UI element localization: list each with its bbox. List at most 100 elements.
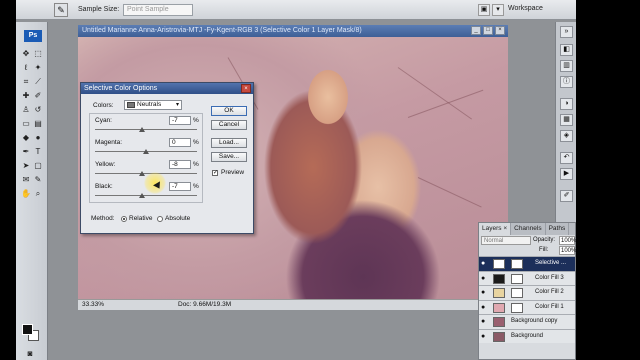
foreground-color-swatch[interactable] bbox=[22, 324, 33, 335]
ok-button[interactable]: OK bbox=[211, 106, 247, 116]
slider-label: Yellow: bbox=[95, 161, 116, 168]
eye-icon[interactable]: ● bbox=[481, 304, 485, 311]
slider-label: Cyan: bbox=[95, 117, 112, 124]
quick-mask-icon[interactable]: ◙ bbox=[24, 348, 36, 359]
styles-icon[interactable]: ◈ bbox=[560, 130, 573, 142]
lasso-tool-icon[interactable]: ℓ bbox=[20, 62, 32, 73]
eye-icon[interactable]: ● bbox=[481, 289, 485, 296]
layer-mask-thumbnail[interactable] bbox=[511, 273, 523, 284]
document-title-bar[interactable]: Untitled Marianne Anna-Aristrovia-MTJ -F… bbox=[78, 25, 508, 37]
tab-layers[interactable]: Layers × bbox=[479, 223, 512, 235]
histogram-icon[interactable]: ▥ bbox=[560, 60, 573, 72]
layer-row[interactable]: ● Selective ... bbox=[479, 256, 575, 271]
layer-name: Color Fill 2 bbox=[535, 289, 564, 295]
history-brush-icon[interactable]: ↺ bbox=[32, 104, 44, 115]
tab-paths[interactable]: Paths bbox=[546, 223, 570, 235]
save-button[interactable]: Save... bbox=[211, 152, 247, 162]
eraser-tool-icon[interactable]: ▭ bbox=[20, 118, 32, 129]
zoom-tool-icon[interactable]: ⌕ bbox=[32, 188, 44, 199]
move-tool-icon[interactable]: ✥ bbox=[20, 48, 32, 59]
close-icon[interactable]: × bbox=[241, 84, 251, 93]
path-select-tool-icon[interactable]: ➤ bbox=[20, 160, 32, 171]
fill-field[interactable]: 100% bbox=[559, 246, 576, 255]
sample-size-select[interactable]: Point Sample bbox=[123, 4, 193, 16]
layer-row[interactable]: ● Background copy bbox=[479, 314, 575, 329]
dialog-title-bar[interactable]: Selective Color Options × bbox=[81, 83, 253, 94]
layer-name: Color Fill 1 bbox=[535, 303, 564, 310]
marquee-tool-icon[interactable]: ⬚ bbox=[32, 48, 44, 59]
bridge-icon[interactable]: ▣ bbox=[478, 4, 490, 16]
layer-row[interactable]: ● Color Fill 2 bbox=[479, 285, 575, 300]
percent-sign: % bbox=[193, 117, 199, 124]
color-icon[interactable]: ◑ bbox=[560, 98, 573, 110]
zoom-level[interactable]: 33.33% bbox=[82, 301, 104, 308]
doc-size-info: Doc: 9.66M/19.3M bbox=[178, 301, 232, 308]
dock-collapse-icon[interactable]: » bbox=[560, 26, 573, 38]
absolute-radio[interactable] bbox=[157, 216, 163, 222]
options-bar: ✎ Sample Size: Point Sample ▣ ▾ Workspac… bbox=[16, 0, 576, 20]
close-icon[interactable]: × bbox=[495, 26, 505, 35]
colors-label: Colors: bbox=[93, 102, 114, 109]
slider-track[interactable] bbox=[95, 129, 197, 130]
layer-row[interactable]: ● Color Fill 1 bbox=[479, 299, 575, 314]
actions-icon[interactable]: ▶ bbox=[560, 168, 573, 180]
arrange-icon[interactable]: ▾ bbox=[492, 4, 504, 16]
hand-tool-icon[interactable]: ✋ bbox=[20, 188, 32, 199]
tab-channels[interactable]: Channels bbox=[511, 223, 546, 235]
eyedropper-tool-icon[interactable]: ✎ bbox=[32, 174, 44, 185]
history-icon[interactable]: ↶ bbox=[560, 152, 573, 164]
gradient-tool-icon[interactable]: ▤ bbox=[32, 118, 44, 129]
slice-tool-icon[interactable]: ⟋ bbox=[32, 76, 44, 87]
navigator-icon[interactable]: ◧ bbox=[560, 44, 573, 56]
dodge-tool-icon[interactable]: ● bbox=[32, 132, 44, 143]
absolute-label: Absolute bbox=[165, 215, 191, 222]
brushes-icon[interactable]: ✐ bbox=[560, 190, 573, 202]
swatches-icon[interactable]: ▦ bbox=[560, 114, 573, 126]
workspace-menu[interactable]: Workspace bbox=[508, 5, 543, 12]
cancel-button[interactable]: Cancel bbox=[211, 120, 247, 130]
slider-track[interactable] bbox=[95, 195, 197, 196]
slider-track[interactable] bbox=[95, 173, 197, 174]
pen-tool-icon[interactable]: ✒ bbox=[20, 146, 32, 157]
slider-value-field[interactable]: -8 bbox=[169, 160, 191, 169]
minimize-icon[interactable]: _ bbox=[471, 26, 481, 35]
eye-icon[interactable]: ● bbox=[481, 318, 485, 325]
slider-value-field[interactable]: 0 bbox=[169, 138, 191, 147]
eye-icon[interactable]: ● bbox=[481, 260, 485, 267]
layer-mask-thumbnail[interactable] bbox=[511, 259, 523, 269]
slider-thumb[interactable] bbox=[138, 171, 145, 176]
slider-thumb[interactable] bbox=[143, 149, 149, 154]
layer-row[interactable]: ● Color Fill 3 bbox=[479, 270, 575, 285]
slider-thumb[interactable] bbox=[139, 193, 146, 198]
fill-label: Fill: bbox=[539, 247, 549, 253]
photoshop-window: ✎ Sample Size: Point Sample ▣ ▾ Workspac… bbox=[16, 0, 576, 360]
load-button[interactable]: Load... bbox=[211, 138, 247, 148]
type-tool-icon[interactable]: T bbox=[32, 146, 44, 157]
blur-tool-icon[interactable]: ◆ bbox=[20, 132, 32, 143]
stamp-tool-icon[interactable]: ♙ bbox=[20, 104, 32, 115]
notes-tool-icon[interactable]: ✉ bbox=[20, 174, 32, 185]
preview-checkbox[interactable]: ✓ bbox=[212, 170, 218, 176]
maximize-icon[interactable]: □ bbox=[483, 26, 493, 35]
opacity-field[interactable]: 100% bbox=[559, 236, 576, 245]
neutrals-swatch bbox=[127, 102, 135, 108]
blend-mode-select[interactable]: Normal bbox=[481, 236, 531, 245]
info-icon[interactable]: ⓘ bbox=[560, 76, 573, 88]
shape-tool-icon[interactable]: ▢ bbox=[32, 160, 44, 171]
crop-tool-icon[interactable]: ⌗ bbox=[20, 76, 32, 87]
eye-icon[interactable]: ● bbox=[481, 275, 485, 282]
colors-select[interactable]: Neutrals ▾ bbox=[124, 100, 182, 110]
slider-value-field[interactable]: -7 bbox=[169, 116, 191, 125]
healing-tool-icon[interactable]: ✚ bbox=[20, 90, 32, 101]
layer-mask-thumbnail[interactable] bbox=[511, 302, 523, 313]
slider-value-field[interactable]: -7 bbox=[169, 182, 191, 191]
brush-tool-icon[interactable]: ✐ bbox=[32, 90, 44, 101]
layer-mask-thumbnail[interactable] bbox=[511, 288, 523, 298]
colors-value: Neutrals bbox=[137, 101, 162, 108]
relative-radio[interactable] bbox=[121, 216, 127, 222]
eyedropper-icon[interactable]: ✎ bbox=[54, 3, 68, 17]
layer-row[interactable]: ● Background bbox=[479, 328, 575, 343]
magic-wand-tool-icon[interactable]: ✦ bbox=[32, 62, 44, 73]
slider-thumb[interactable] bbox=[139, 127, 146, 132]
eye-icon[interactable]: ● bbox=[481, 333, 485, 340]
